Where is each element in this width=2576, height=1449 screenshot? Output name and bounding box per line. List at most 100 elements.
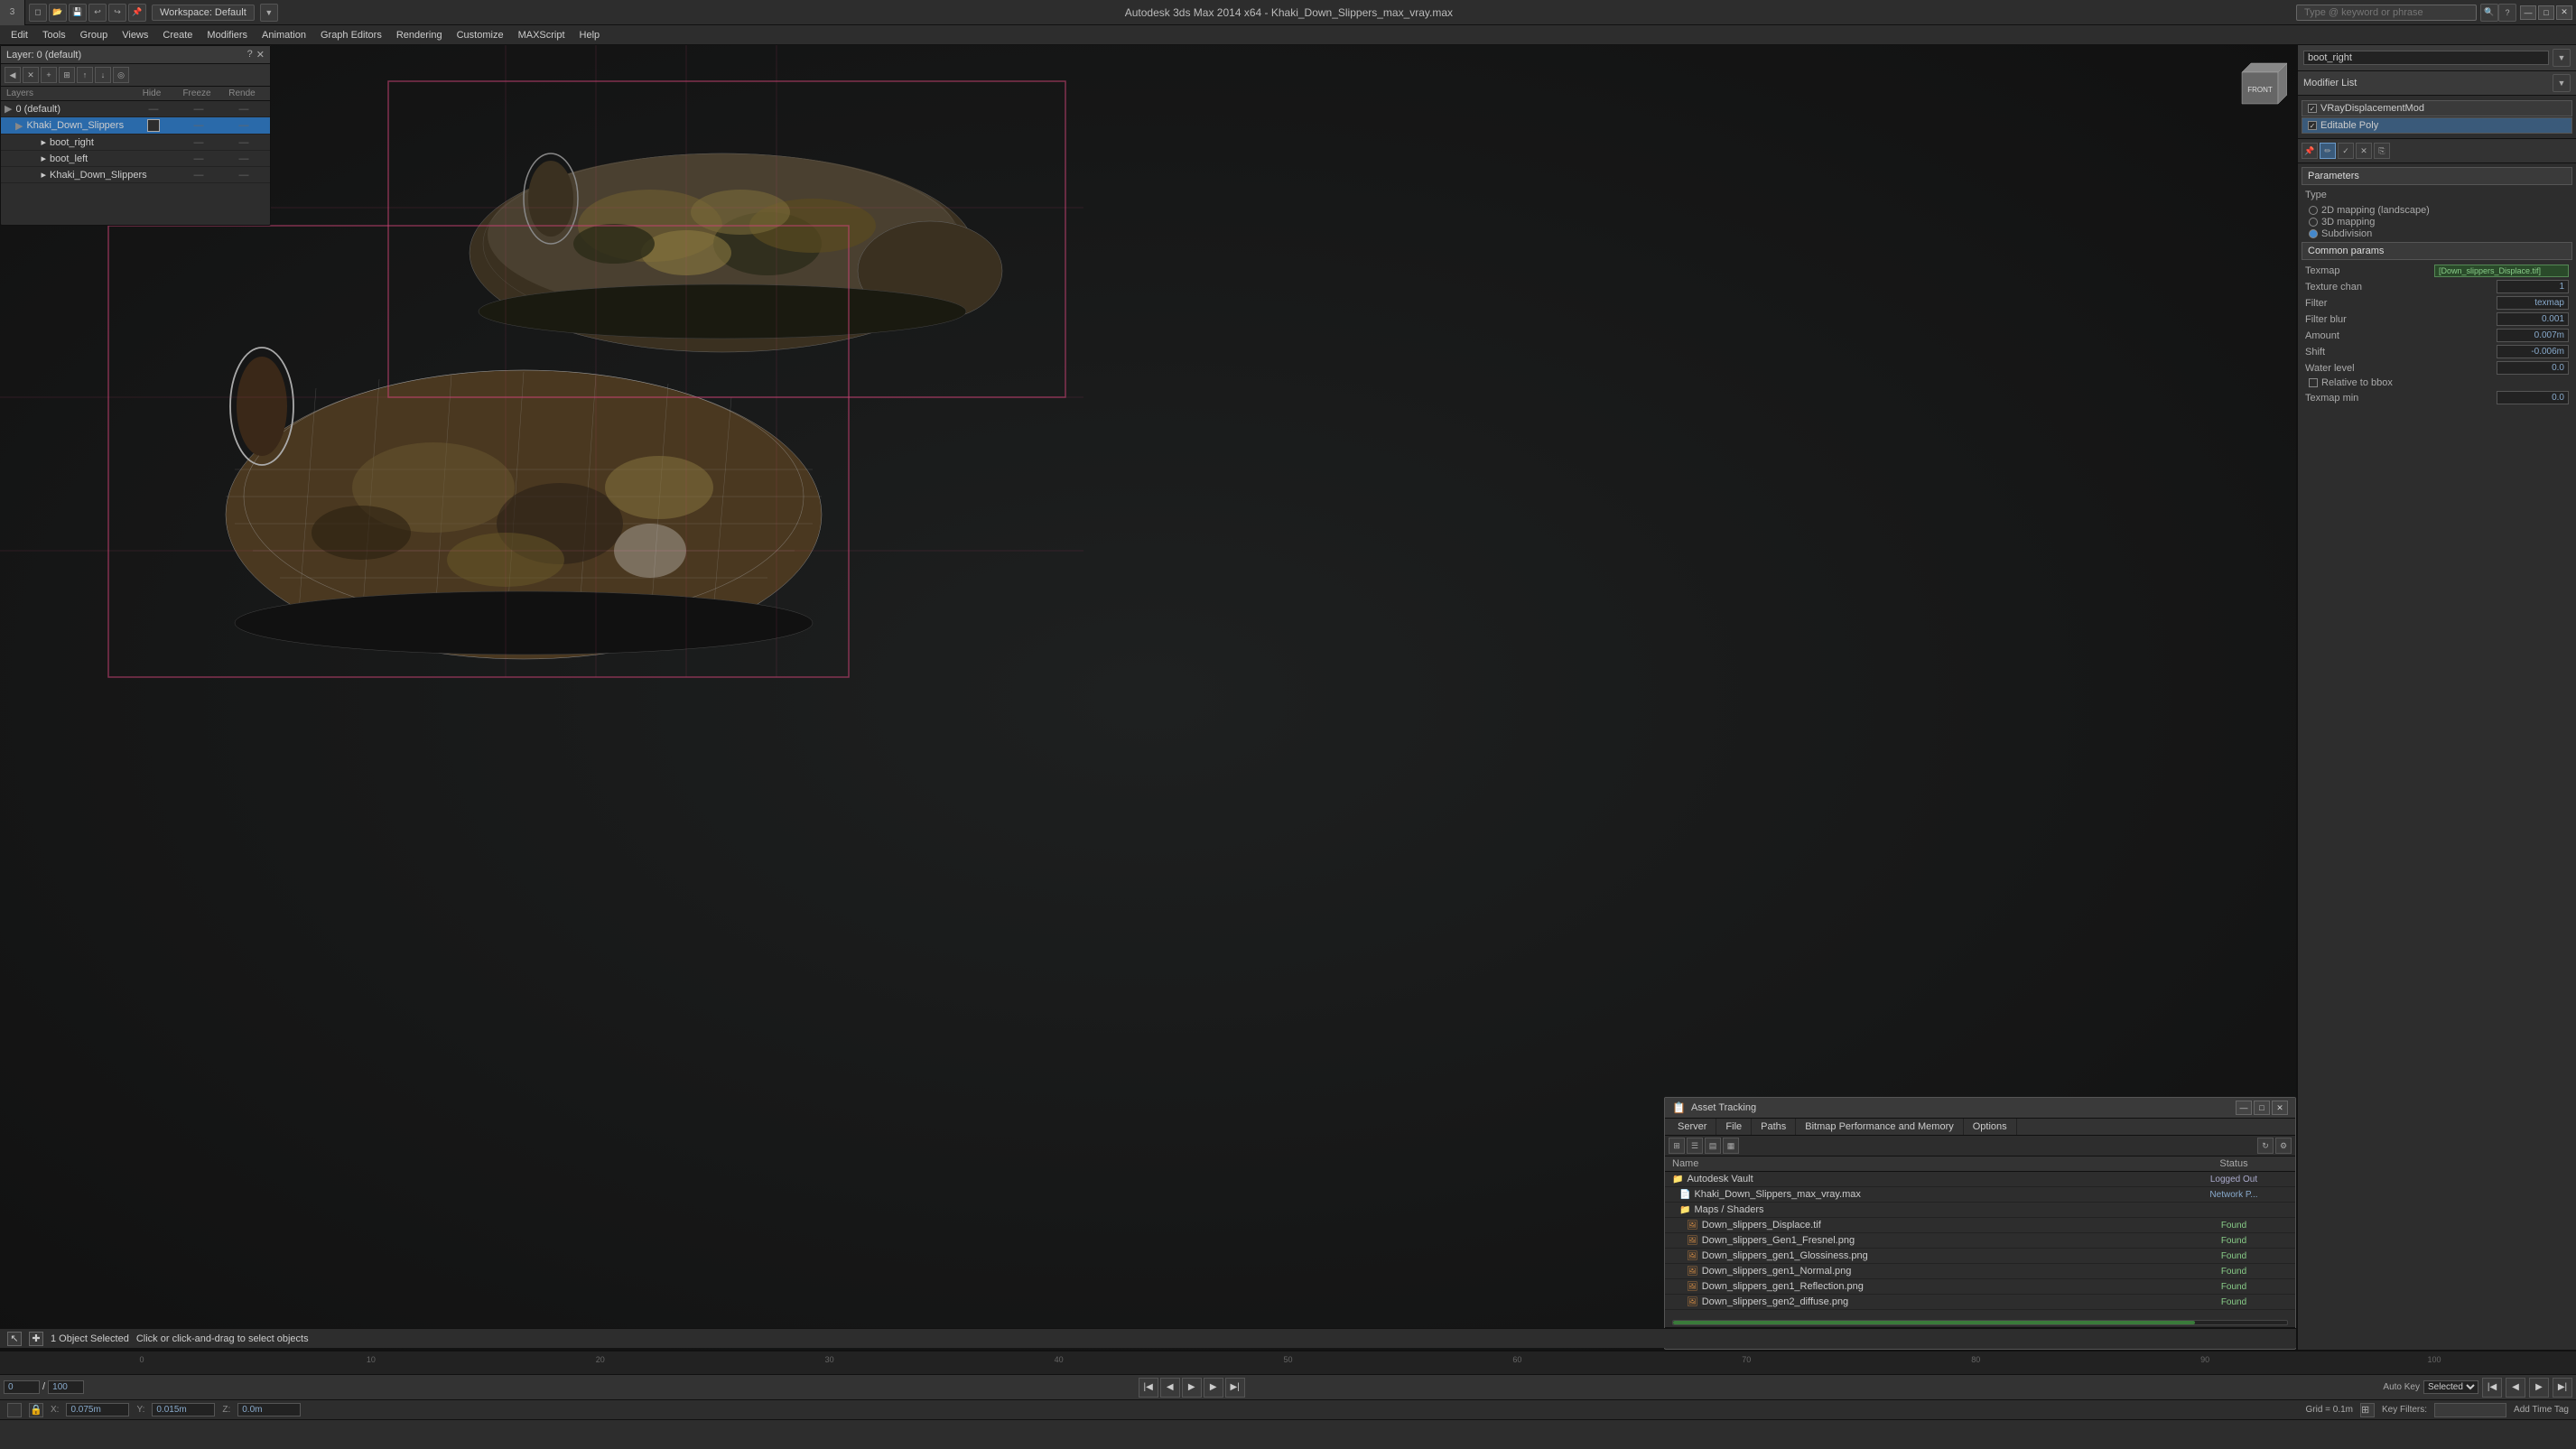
z-coord[interactable] bbox=[237, 1403, 301, 1416]
menu-animation[interactable]: Animation bbox=[255, 28, 313, 42]
asset-menu-server[interactable]: Server bbox=[1669, 1119, 1716, 1135]
maximize-btn[interactable]: □ bbox=[2538, 5, 2554, 20]
frame-input[interactable] bbox=[4, 1380, 40, 1394]
asset-menu-file[interactable]: File bbox=[1716, 1119, 1752, 1135]
radio-2d-mapping[interactable]: 2D mapping (landscape) bbox=[2309, 205, 2565, 216]
rp-check-icon[interactable]: ✓ bbox=[2338, 143, 2354, 159]
modifier-vray-checkbox[interactable]: ✓ bbox=[2308, 104, 2317, 113]
layer-add-btn[interactable]: + bbox=[41, 67, 57, 83]
water-level-input[interactable] bbox=[2497, 361, 2569, 375]
layer-up-btn[interactable]: ↑ bbox=[77, 67, 93, 83]
layer-visibility-toggle[interactable] bbox=[147, 119, 160, 132]
menu-create[interactable]: Create bbox=[155, 28, 200, 42]
layer-back-btn[interactable]: ◀ bbox=[5, 67, 21, 83]
undo-btn[interactable]: ↩ bbox=[88, 4, 107, 22]
radio-subdivision[interactable]: Subdivision bbox=[2309, 228, 2565, 239]
filter-input[interactable] bbox=[2497, 296, 2569, 310]
rp-x-icon[interactable]: ✕ bbox=[2356, 143, 2372, 159]
radio-3d-mapping[interactable]: 3D mapping bbox=[2309, 217, 2565, 228]
modifier-dropdown[interactable]: ▼ bbox=[2553, 49, 2571, 67]
move-icon[interactable]: ✚ bbox=[29, 1332, 43, 1346]
workspace-label[interactable]: Workspace: Default bbox=[152, 5, 255, 21]
modifier-editable-poly[interactable]: ✓ Editable Poly bbox=[2302, 117, 2572, 134]
menu-rendering[interactable]: Rendering bbox=[389, 28, 450, 42]
select-mode-icon[interactable]: ↖ bbox=[7, 1332, 22, 1346]
asset-row-maps[interactable]: 📁 Maps / Shaders bbox=[1665, 1203, 2295, 1218]
close-btn[interactable]: ✕ bbox=[2556, 5, 2572, 20]
asset-row-diffuse[interactable]: 🖼 Down_slippers_gen2_diffuse.png Found bbox=[1665, 1295, 2295, 1310]
asset-list-btn[interactable]: ☰ bbox=[1687, 1138, 1703, 1154]
new-btn[interactable]: ◻ bbox=[29, 4, 47, 22]
open-btn[interactable]: 📂 bbox=[49, 4, 67, 22]
rp-edit-icon[interactable]: ✏ bbox=[2320, 143, 2336, 159]
key-prev-btn[interactable]: ◀ bbox=[2506, 1378, 2525, 1398]
grid-btn[interactable]: ⊞ bbox=[2360, 1403, 2375, 1417]
filter-blur-input[interactable] bbox=[2497, 312, 2569, 326]
lock-icon[interactable]: 🔒 bbox=[29, 1403, 43, 1417]
asset-row-fresnel[interactable]: 🖼 Down_slippers_Gen1_Fresnel.png Found bbox=[1665, 1233, 2295, 1249]
asset-table-btn[interactable]: ▤ bbox=[1705, 1138, 1721, 1154]
asset-row-displace[interactable]: 🖼 Down_slippers_Displace.tif Found bbox=[1665, 1218, 2295, 1233]
play-btn[interactable]: ▶ bbox=[1182, 1378, 1202, 1398]
goto-end-btn[interactable]: ▶| bbox=[1225, 1378, 1245, 1398]
relative-bbox-checkbox[interactable] bbox=[2309, 378, 2318, 387]
key-mode-btn[interactable]: |◀ bbox=[2482, 1378, 2502, 1398]
frame-max-input[interactable] bbox=[48, 1380, 84, 1394]
asset-minimize-btn[interactable]: — bbox=[2236, 1101, 2252, 1115]
common-params-header[interactable]: Common params bbox=[2302, 242, 2572, 260]
key-filter-bar[interactable] bbox=[2434, 1403, 2506, 1417]
next-frame-btn[interactable]: ▶ bbox=[1204, 1378, 1223, 1398]
save-btn[interactable]: 💾 bbox=[69, 4, 87, 22]
search-btn[interactable]: 🔍 bbox=[2480, 4, 2498, 22]
search-input[interactable] bbox=[2296, 5, 2477, 21]
nav-cube[interactable]: FRONT bbox=[2233, 54, 2287, 108]
menu-tools[interactable]: Tools bbox=[35, 28, 73, 42]
asset-row-glossiness[interactable]: 🖼 Down_slippers_gen1_Glossiness.png Foun… bbox=[1665, 1249, 2295, 1264]
layer-panel-question[interactable]: ? bbox=[247, 49, 253, 60]
layer-row-boot-left[interactable]: ▶ ▸ boot_left — — bbox=[1, 151, 270, 167]
asset-menu-paths[interactable]: Paths bbox=[1752, 1119, 1796, 1135]
params-header[interactable]: Parameters bbox=[2302, 167, 2572, 185]
texmap-min-input[interactable] bbox=[2497, 391, 2569, 404]
rp-copy-icon[interactable]: ⎘ bbox=[2374, 143, 2390, 159]
key-end-btn[interactable]: ▶| bbox=[2553, 1378, 2572, 1398]
asset-grid-btn[interactable]: ⊞ bbox=[1669, 1138, 1685, 1154]
goto-start-btn[interactable]: |◀ bbox=[1139, 1378, 1158, 1398]
x-coord[interactable] bbox=[66, 1403, 129, 1416]
menu-modifiers[interactable]: Modifiers bbox=[200, 28, 255, 42]
asset-menu-bitmap[interactable]: Bitmap Performance and Memory bbox=[1796, 1119, 1963, 1135]
layer-target-btn[interactable]: ◎ bbox=[113, 67, 129, 83]
layer-panel-close[interactable]: ✕ bbox=[256, 49, 265, 60]
asset-close-btn[interactable]: ✕ bbox=[2272, 1101, 2288, 1115]
help-btn[interactable]: ? bbox=[2498, 4, 2516, 22]
asset-restore-btn[interactable]: □ bbox=[2254, 1101, 2270, 1115]
modifier-poly-checkbox[interactable]: ✓ bbox=[2308, 121, 2317, 130]
layer-row-default[interactable]: ▶ 0 (default) — — — bbox=[1, 101, 270, 117]
pin-btn[interactable]: 📌 bbox=[128, 4, 146, 22]
menu-edit[interactable]: Edit bbox=[4, 28, 35, 42]
modifier-list-dropdown[interactable]: ▼ bbox=[2553, 74, 2571, 92]
ws-dropdown[interactable]: ▼ bbox=[260, 4, 278, 22]
layer-grid-btn[interactable]: ⊞ bbox=[59, 67, 75, 83]
layer-row-khaki[interactable]: ▶ Khaki_Down_Slippers — — bbox=[1, 117, 270, 135]
shift-input[interactable] bbox=[2497, 345, 2569, 358]
modifier-vray[interactable]: ✓ VRayDisplacementMod bbox=[2302, 100, 2572, 116]
asset-refresh-btn[interactable]: ↻ bbox=[2257, 1138, 2274, 1154]
asset-row-normal[interactable]: 🖼 Down_slippers_gen1_Normal.png Found bbox=[1665, 1264, 2295, 1279]
layer-delete-btn[interactable]: ✕ bbox=[23, 67, 39, 83]
rp-pin-icon[interactable]: 📌 bbox=[2302, 143, 2318, 159]
prev-frame-btn[interactable]: ◀ bbox=[1160, 1378, 1180, 1398]
asset-settings-btn[interactable]: ⚙ bbox=[2275, 1138, 2292, 1154]
layer-row-khaki-slippers[interactable]: ▶ ▸ Khaki_Down_Slippers — — bbox=[1, 167, 270, 183]
redo-btn[interactable]: ↪ bbox=[108, 4, 126, 22]
menu-group[interactable]: Group bbox=[73, 28, 116, 42]
menu-maxscript[interactable]: MAXScript bbox=[511, 28, 572, 42]
modifier-name-input[interactable] bbox=[2303, 51, 2549, 65]
menu-views[interactable]: Views bbox=[115, 28, 155, 42]
layer-panel-header[interactable]: Layer: 0 (default) ? ✕ bbox=[1, 46, 270, 64]
asset-row-max-file[interactable]: 📄 Khaki_Down_Slippers_max_vray.max Netwo… bbox=[1665, 1187, 2295, 1203]
asset-row-reflection[interactable]: 🖼 Down_slippers_gen1_Reflection.png Foun… bbox=[1665, 1279, 2295, 1295]
asset-detail-btn[interactable]: ▦ bbox=[1723, 1138, 1739, 1154]
asset-row-vault[interactable]: 📁 Autodesk Vault Logged Out bbox=[1665, 1172, 2295, 1187]
minimize-btn[interactable]: — bbox=[2520, 5, 2536, 20]
